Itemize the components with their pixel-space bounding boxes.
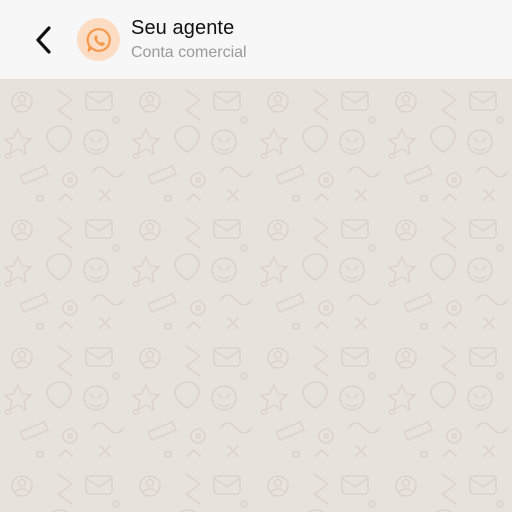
chat-background (0, 80, 512, 512)
contact-info[interactable]: Seu agente Conta comercial (131, 16, 247, 64)
whatsapp-icon (86, 27, 111, 52)
back-button[interactable] (26, 20, 62, 60)
doodle-wallpaper (0, 80, 512, 512)
chat-header: Seu agente Conta comercial (0, 0, 512, 80)
chevron-left-icon (36, 26, 51, 54)
contact-name: Seu agente (131, 17, 235, 39)
avatar[interactable] (77, 18, 120, 61)
contact-subtitle: Conta comercial (131, 44, 247, 61)
chat-screen: Seu agente Conta comercial (0, 0, 512, 512)
